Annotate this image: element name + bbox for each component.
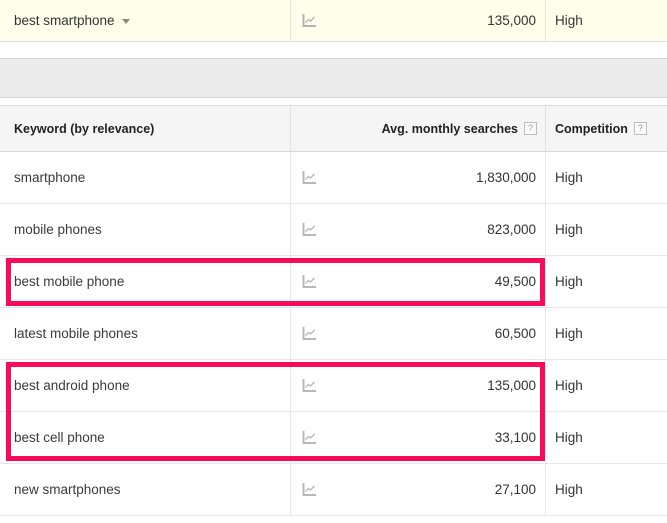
selected-keyword-competition-cell: High xyxy=(545,0,667,42)
line-chart-icon[interactable] xyxy=(302,378,317,393)
cell-keyword[interactable]: new smartphones xyxy=(0,464,290,516)
cell-competition: High xyxy=(545,203,667,256)
cell-avg-monthly-searches: 60,500 xyxy=(290,307,545,360)
cell-avg-monthly-searches: 823,000 xyxy=(290,203,545,256)
cell-competition: High xyxy=(545,151,667,204)
cell-keyword-label: mobile phones xyxy=(14,222,102,237)
line-chart-icon[interactable] xyxy=(302,482,317,497)
cell-searches-value: 1,830,000 xyxy=(475,170,536,185)
cell-competition-value: High xyxy=(555,430,583,445)
help-icon-competition[interactable]: ? xyxy=(633,122,647,135)
cell-competition-value: High xyxy=(555,326,583,341)
line-chart-icon[interactable] xyxy=(302,170,317,185)
cell-searches-value: 823,000 xyxy=(487,222,536,237)
selected-keyword-searches-cell: 135,000 xyxy=(290,0,545,42)
section-separator-band xyxy=(0,58,667,98)
cell-searches-value: 27,100 xyxy=(494,482,536,497)
cell-competition: High xyxy=(545,411,667,464)
cell-competition: High xyxy=(545,255,667,308)
column-header-competition[interactable]: Competition ? xyxy=(545,105,667,152)
cell-searches-value: 135,000 xyxy=(487,378,536,393)
selected-keyword-cell[interactable]: best smartphone xyxy=(0,0,290,42)
cell-competition: High xyxy=(545,463,667,516)
cell-competition: High xyxy=(545,359,667,412)
cell-competition-value: High xyxy=(555,274,583,289)
cell-keyword-label: latest mobile phones xyxy=(14,326,138,341)
cell-keyword-label: best android phone xyxy=(14,378,130,393)
table-row[interactable]: best android phone 135,000 High xyxy=(0,359,667,412)
line-chart-icon[interactable] xyxy=(302,326,317,341)
cell-keyword[interactable]: latest mobile phones xyxy=(0,308,290,360)
table-row[interactable]: latest mobile phones 60,500 High xyxy=(0,307,667,360)
column-header-avg-monthly-searches-label: Avg. monthly searches xyxy=(381,121,518,136)
cell-keyword-label: smartphone xyxy=(14,170,86,185)
cell-keyword-label: best mobile phone xyxy=(14,274,125,289)
cell-avg-monthly-searches: 27,100 xyxy=(290,463,545,516)
line-chart-icon[interactable] xyxy=(302,274,317,289)
column-header-competition-label: Competition xyxy=(555,121,628,136)
cell-avg-monthly-searches: 1,830,000 xyxy=(290,151,545,204)
cell-keyword[interactable]: best mobile phone xyxy=(0,256,290,308)
line-chart-icon[interactable] xyxy=(302,222,317,237)
table-row[interactable]: smartphone 1,830,000 High xyxy=(0,151,667,204)
column-header-keyword[interactable]: Keyword (by relevance) xyxy=(0,106,290,152)
cell-keyword[interactable]: best android phone xyxy=(0,360,290,412)
help-icon-avg-monthly-searches[interactable]: ? xyxy=(524,122,537,135)
cell-competition: High xyxy=(545,307,667,360)
cell-competition-value: High xyxy=(555,378,583,393)
column-header-keyword-label: Keyword (by relevance) xyxy=(14,121,155,136)
selected-keyword-label: best smartphone xyxy=(14,13,115,28)
cell-searches-value: 33,100 xyxy=(494,430,536,445)
keyword-planner-ideas-panel: best smartphone 135,000 High Keyword (by… xyxy=(0,0,667,523)
keyword-ideas-table: Keyword (by relevance) Avg. monthly sear… xyxy=(0,105,667,516)
table-header-row: Keyword (by relevance) Avg. monthly sear… xyxy=(0,105,667,152)
cell-keyword[interactable]: smartphone xyxy=(0,152,290,204)
cell-searches-value: 60,500 xyxy=(494,326,536,341)
selected-keyword-searches-value: 135,000 xyxy=(487,13,536,28)
selected-keyword-row[interactable]: best smartphone 135,000 High xyxy=(0,0,667,42)
cell-avg-monthly-searches: 135,000 xyxy=(290,359,545,412)
cell-competition-value: High xyxy=(555,170,583,185)
line-chart-icon[interactable] xyxy=(302,430,317,445)
chevron-down-icon[interactable] xyxy=(121,19,130,24)
selected-keyword-competition-value: High xyxy=(555,13,583,28)
table-row[interactable]: best mobile phone 49,500 High xyxy=(0,255,667,308)
table-body: smartphone 1,830,000 High mobile phones 823,… xyxy=(0,151,667,516)
table-row[interactable]: mobile phones 823,000 High xyxy=(0,203,667,256)
cell-keyword-label: best cell phone xyxy=(14,430,105,445)
cell-competition-value: High xyxy=(555,222,583,237)
cell-avg-monthly-searches: 49,500 xyxy=(290,255,545,308)
cell-keyword[interactable]: best cell phone xyxy=(0,412,290,464)
line-chart-icon[interactable] xyxy=(302,13,317,28)
column-header-avg-monthly-searches[interactable]: Avg. monthly searches ? xyxy=(290,105,545,152)
cell-keyword[interactable]: mobile phones xyxy=(0,204,290,256)
cell-avg-monthly-searches: 33,100 xyxy=(290,411,545,464)
cell-searches-value: 49,500 xyxy=(494,274,536,289)
cell-competition-value: High xyxy=(555,482,583,497)
table-row[interactable]: best cell phone 33,100 High xyxy=(0,411,667,464)
table-row[interactable]: new smartphones 27,100 High xyxy=(0,463,667,516)
cell-keyword-label: new smartphones xyxy=(14,482,121,497)
